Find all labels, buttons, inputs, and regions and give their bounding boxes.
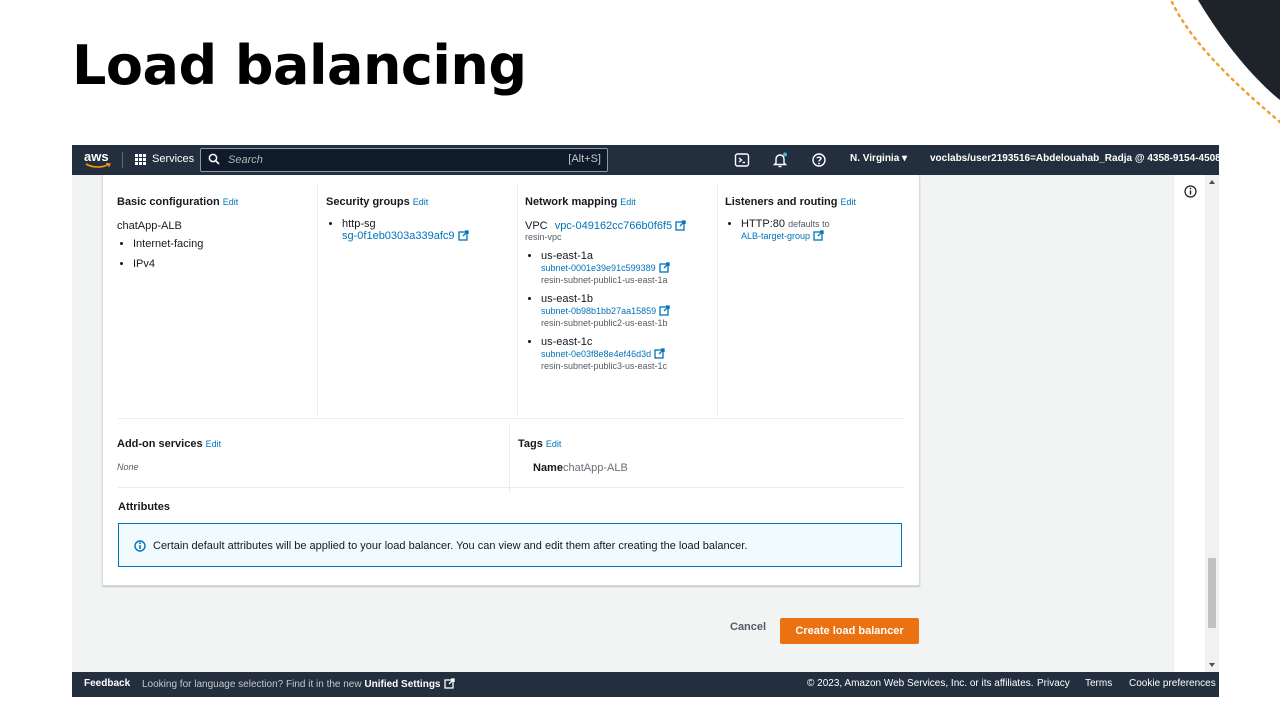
attributes-title: Attributes [118,501,170,513]
notifications-bell-icon[interactable] [772,152,788,168]
subnet-item: us-east-1c subnet-0e03f8e8e4ef46d3d resi… [541,336,711,372]
language-notice: Looking for language selection? Find it … [142,678,455,690]
security-group-id-link[interactable]: sg-0f1eb0303a339afc9 [342,230,455,242]
network-mapping-title: Network mapping Edit [525,196,636,208]
subnet-az: us-east-1a [541,250,593,262]
edit-network-link[interactable]: Edit [620,197,636,207]
attributes-info-alert: Certain default attributes will be appli… [118,523,902,567]
info-panel-icon[interactable] [1184,185,1197,198]
terms-link[interactable]: Terms [1085,678,1112,689]
load-balancer-name: chatApp-ALB [117,220,182,232]
listener-item: HTTP:80 defaults to ALB-target-group [741,218,911,242]
search-icon [208,153,220,165]
scheme-item: Internet-facing [133,238,310,250]
external-link-icon [658,262,670,273]
vpc-row: VPC vpc-049162cc766b0f6f5 [525,220,711,232]
cookie-preferences-link[interactable]: Cookie preferences [1129,678,1216,689]
listeners-routing-title: Listeners and routing Edit [725,196,856,208]
account-menu[interactable]: voclabs/user2193516=Abdelouahab_Radja @ … [930,153,1219,164]
scroll-up-arrow[interactable] [1209,180,1215,184]
external-link-icon [675,220,686,231]
main-content: Basic configurationEdit chatApp-ALB Inte… [72,175,1173,672]
external-link-icon [813,230,824,241]
edit-basic-link[interactable]: Edit [223,197,239,207]
tags-title: Tags Edit [518,438,562,450]
subnet-name: resin-subnet-public1-us-east-1a [541,275,668,285]
edit-security-link[interactable]: Edit [413,197,429,207]
vpc-id-link[interactable]: vpc-049162cc766b0f6f5 [555,220,672,232]
vertical-scrollbar[interactable] [1205,175,1219,672]
attributes-info-text: Certain default attributes will be appli… [153,540,748,552]
cloudshell-icon[interactable] [734,152,750,168]
vpc-label: VPC [525,220,548,232]
listeners-routing-section: Listeners and routingEdit HTTP:80 defaul… [717,183,911,417]
external-link-icon [457,230,469,241]
aws-console-screenshot: aws Services [Alt+S] [72,145,1219,697]
slide-title: Load balancing [72,34,527,97]
external-link-icon [654,348,665,359]
privacy-link[interactable]: Privacy [1037,678,1070,689]
section-divider [118,418,904,419]
aws-logo-text: aws [84,149,109,164]
ip-type-item: IPv4 [133,258,310,270]
create-load-balancer-button[interactable]: Create load balancer [780,618,919,644]
basic-configuration-title: Basic configuration Edit [117,196,239,208]
edit-addons-link[interactable]: Edit [206,439,222,449]
search-bar[interactable]: [Alt+S] [200,148,608,172]
grid-icon [135,153,146,165]
subnet-az: us-east-1b [541,293,593,305]
subnet-item: us-east-1b subnet-0b98b1bb27aa15859 resi… [541,293,711,329]
feedback-link[interactable]: Feedback [84,678,130,689]
add-on-services-section: Add-on services Edit None [117,425,509,493]
security-groups-title: Security groups Edit [326,196,429,208]
subnet-name: resin-subnet-public2-us-east-1b [541,318,668,328]
network-mapping-section: Network mapping Edit VPC vpc-049162cc766b… [517,183,711,417]
vpc-name: resin-vpc [525,232,562,242]
target-group-link[interactable]: ALB-target-group [741,231,810,241]
subnet-name: resin-subnet-public3-us-east-1c [541,361,668,371]
top-navigation: aws Services [Alt+S] [72,145,1219,175]
external-link-icon [443,678,455,689]
security-group-name: http-sg [342,218,376,230]
listener-protocol: HTTP:80 [741,218,786,230]
scroll-thumb[interactable] [1208,558,1216,628]
security-group-item: http-sg sg-0f1eb0303a339afc9 [342,218,512,242]
defaults-to-label: defaults to [788,219,830,229]
region-selector[interactable]: N. Virginia ▾ [850,153,907,164]
aws-smile-icon [85,163,111,168]
tags-section: Tags Edit NamechatApp-ALB [509,425,901,493]
external-link-icon [659,305,670,316]
subnet-id-link[interactable]: subnet-0e03f8e8e4ef46d3d [541,349,651,359]
subnet-az: us-east-1c [541,336,593,348]
tag-value: chatApp-ALB [562,462,628,474]
nav-separator [122,152,123,168]
summary-card: Basic configurationEdit chatApp-ALB Inte… [102,175,920,586]
basic-configuration-section: Basic configurationEdit chatApp-ALB Inte… [117,183,310,417]
scroll-down-arrow[interactable] [1209,663,1215,667]
aws-logo[interactable]: aws [84,149,114,171]
subnet-item: us-east-1a subnet-0001e39e91c599389 resi… [541,250,711,286]
corner-decoration [1170,0,1280,124]
security-groups-section: Security groupsEdit http-sg sg-0f1eb0303… [317,183,512,417]
services-label: Services [152,153,195,165]
add-on-services-title: Add-on services Edit [117,438,222,450]
tag-row: NamechatApp-ALB [518,462,901,474]
section-divider [118,487,904,488]
copyright-text: © 2023, Amazon Web Services, Inc. or its… [807,678,1034,689]
help-icon[interactable] [811,152,827,168]
subnet-id-link[interactable]: subnet-0b98b1bb27aa15859 [541,306,656,316]
edit-tags-link[interactable]: Edit [546,439,562,449]
console-footer: Feedback Looking for language selection?… [72,672,1219,697]
cancel-button[interactable]: Cancel [724,620,772,634]
edit-listeners-link[interactable]: Edit [840,197,856,207]
services-menu-button[interactable]: Services [135,153,194,165]
search-shortcut: [Alt+S] [568,153,601,165]
add-on-services-value: None [117,462,139,472]
info-icon [134,540,146,552]
subnet-id-link[interactable]: subnet-0001e39e91c599389 [541,263,656,273]
tag-key: Name [533,462,563,474]
search-input[interactable] [226,151,550,169]
unified-settings-link[interactable]: Unified Settings [364,679,440,690]
